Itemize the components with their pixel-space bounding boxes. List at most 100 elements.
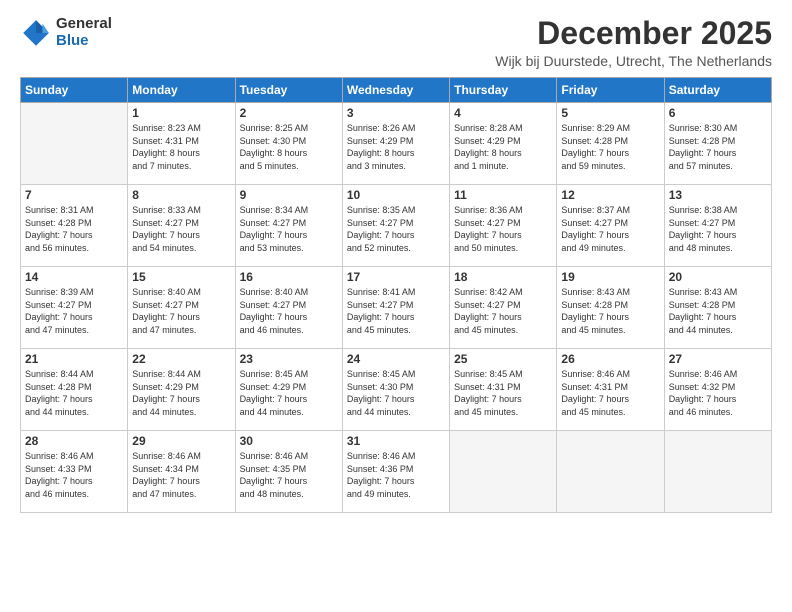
- day-info: Sunrise: 8:40 AMSunset: 4:27 PMDaylight:…: [240, 286, 338, 336]
- calendar-cell: 25 Sunrise: 8:45 AMSunset: 4:31 PMDayligh…: [450, 349, 557, 431]
- day-number: 22: [132, 352, 230, 366]
- day-info: Sunrise: 8:43 AMSunset: 4:28 PMDaylight:…: [561, 286, 659, 336]
- day-info: Sunrise: 8:41 AMSunset: 4:27 PMDaylight:…: [347, 286, 445, 336]
- day-info: Sunrise: 8:45 AMSunset: 4:31 PMDaylight:…: [454, 368, 552, 418]
- calendar-week-2: 7Sunrise: 8:31 AMSunset: 4:28 PMDaylight…: [21, 185, 772, 267]
- calendar-cell: 13 Sunrise: 8:38 AMSunset: 4:27 PMDayligh…: [664, 185, 771, 267]
- day-number: 9: [240, 188, 338, 202]
- calendar-header-friday: Friday: [557, 78, 664, 103]
- calendar-cell: 5Sunrise: 8:29 AMSunset: 4:28 PMDaylight…: [557, 103, 664, 185]
- calendar-cell: 19 Sunrise: 8:43 AMSunset: 4:28 PMDayligh…: [557, 267, 664, 349]
- calendar-cell: [664, 431, 771, 513]
- day-info: Sunrise: 8:46 AMSunset: 4:34 PMDaylight:…: [132, 450, 230, 500]
- day-info: Sunrise: 8:46 AMSunset: 4:35 PMDaylight:…: [240, 450, 338, 500]
- calendar-week-3: 14Sunrise: 8:39 AMSunset: 4:27 PMDayligh…: [21, 267, 772, 349]
- day-info: Sunrise: 8:38 AMSunset: 4:27 PMDaylight:…: [669, 204, 767, 254]
- day-number: 15: [132, 270, 230, 284]
- day-info: Sunrise: 8:28 AMSunset: 4:29 PMDaylight:…: [454, 122, 552, 172]
- calendar-header-saturday: Saturday: [664, 78, 771, 103]
- calendar-cell: 14Sunrise: 8:39 AMSunset: 4:27 PMDayligh…: [21, 267, 128, 349]
- calendar-cell: [557, 431, 664, 513]
- day-info: Sunrise: 8:36 AMSunset: 4:27 PMDaylight:…: [454, 204, 552, 254]
- logo-general: General: [56, 16, 112, 33]
- logo-text: General Blue: [56, 16, 112, 49]
- calendar-cell: 7Sunrise: 8:31 AMSunset: 4:28 PMDaylight…: [21, 185, 128, 267]
- calendar-cell: 27 Sunrise: 8:46 AMSunset: 4:32 PMDayligh…: [664, 349, 771, 431]
- day-number: 25: [454, 352, 552, 366]
- day-number: 26: [561, 352, 659, 366]
- calendar-cell: 18Sunrise: 8:42 AMSunset: 4:27 PMDayligh…: [450, 267, 557, 349]
- day-number: 14: [25, 270, 123, 284]
- day-number: 5: [561, 106, 659, 120]
- day-number: 21: [25, 352, 123, 366]
- day-number: 12: [561, 188, 659, 202]
- day-info: Sunrise: 8:37 AMSunset: 4:27 PMDaylight:…: [561, 204, 659, 254]
- logo: General Blue: [20, 16, 112, 49]
- calendar-cell: 1 Sunrise: 8:23 AMSunset: 4:31 PMDaylight…: [128, 103, 235, 185]
- calendar-cell: [450, 431, 557, 513]
- calendar-cell: 22 Sunrise: 8:44 AMSunset: 4:29 PMDayligh…: [128, 349, 235, 431]
- calendar-cell: 31 Sunrise: 8:46 AMSunset: 4:36 PMDayligh…: [342, 431, 449, 513]
- day-number: 3: [347, 106, 445, 120]
- day-number: 8: [132, 188, 230, 202]
- day-info: Sunrise: 8:23 AMSunset: 4:31 PMDaylight:…: [132, 122, 230, 172]
- day-info: Sunrise: 8:25 AMSunset: 4:30 PMDaylight:…: [240, 122, 338, 172]
- day-info: Sunrise: 8:40 AMSunset: 4:27 PMDaylight:…: [132, 286, 230, 336]
- calendar-cell: 23 Sunrise: 8:45 AMSunset: 4:29 PMDayligh…: [235, 349, 342, 431]
- title-block: December 2025 Wijk bij Duurstede, Utrech…: [495, 16, 772, 69]
- calendar-cell: 16 Sunrise: 8:40 AMSunset: 4:27 PMDayligh…: [235, 267, 342, 349]
- day-number: 11: [454, 188, 552, 202]
- calendar-header-tuesday: Tuesday: [235, 78, 342, 103]
- day-info: Sunrise: 8:44 AMSunset: 4:29 PMDaylight:…: [132, 368, 230, 418]
- calendar: SundayMondayTuesdayWednesdayThursdayFrid…: [20, 77, 772, 513]
- day-info: Sunrise: 8:46 AMSunset: 4:32 PMDaylight:…: [669, 368, 767, 418]
- logo-icon: [20, 17, 52, 49]
- day-info: Sunrise: 8:46 AMSunset: 4:36 PMDaylight:…: [347, 450, 445, 500]
- day-number: 30: [240, 434, 338, 448]
- calendar-cell: 15 Sunrise: 8:40 AMSunset: 4:27 PMDayligh…: [128, 267, 235, 349]
- calendar-cell: 2 Sunrise: 8:25 AMSunset: 4:30 PMDaylight…: [235, 103, 342, 185]
- calendar-cell: [21, 103, 128, 185]
- day-number: 27: [669, 352, 767, 366]
- day-number: 1: [132, 106, 230, 120]
- location-title: Wijk bij Duurstede, Utrecht, The Netherl…: [495, 53, 772, 69]
- day-number: 31: [347, 434, 445, 448]
- calendar-cell: 26 Sunrise: 8:46 AMSunset: 4:31 PMDayligh…: [557, 349, 664, 431]
- calendar-cell: 8 Sunrise: 8:33 AMSunset: 4:27 PMDaylight…: [128, 185, 235, 267]
- day-info: Sunrise: 8:45 AMSunset: 4:30 PMDaylight:…: [347, 368, 445, 418]
- day-number: 2: [240, 106, 338, 120]
- header: General Blue December 2025 Wijk bij Duur…: [20, 16, 772, 69]
- day-number: 23: [240, 352, 338, 366]
- calendar-cell: 12 Sunrise: 8:37 AMSunset: 4:27 PMDayligh…: [557, 185, 664, 267]
- calendar-week-4: 21 Sunrise: 8:44 AMSunset: 4:28 PMDayligh…: [21, 349, 772, 431]
- day-info: Sunrise: 8:26 AMSunset: 4:29 PMDaylight:…: [347, 122, 445, 172]
- day-info: Sunrise: 8:43 AMSunset: 4:28 PMDaylight:…: [669, 286, 767, 336]
- calendar-cell: 6Sunrise: 8:30 AMSunset: 4:28 PMDaylight…: [664, 103, 771, 185]
- calendar-cell: 10Sunrise: 8:35 AMSunset: 4:27 PMDayligh…: [342, 185, 449, 267]
- day-info: Sunrise: 8:46 AMSunset: 4:33 PMDaylight:…: [25, 450, 123, 500]
- day-number: 16: [240, 270, 338, 284]
- calendar-week-5: 28 Sunrise: 8:46 AMSunset: 4:33 PMDayligh…: [21, 431, 772, 513]
- day-info: Sunrise: 8:44 AMSunset: 4:28 PMDaylight:…: [25, 368, 123, 418]
- month-title: December 2025: [495, 16, 772, 51]
- day-info: Sunrise: 8:33 AMSunset: 4:27 PMDaylight:…: [132, 204, 230, 254]
- day-number: 13: [669, 188, 767, 202]
- day-info: Sunrise: 8:31 AMSunset: 4:28 PMDaylight:…: [25, 204, 123, 254]
- calendar-header-thursday: Thursday: [450, 78, 557, 103]
- day-number: 20: [669, 270, 767, 284]
- logo-blue: Blue: [56, 33, 112, 50]
- day-number: 28: [25, 434, 123, 448]
- calendar-cell: 29 Sunrise: 8:46 AMSunset: 4:34 PMDayligh…: [128, 431, 235, 513]
- day-number: 29: [132, 434, 230, 448]
- day-number: 19: [561, 270, 659, 284]
- calendar-cell: 24 Sunrise: 8:45 AMSunset: 4:30 PMDayligh…: [342, 349, 449, 431]
- day-info: Sunrise: 8:45 AMSunset: 4:29 PMDaylight:…: [240, 368, 338, 418]
- calendar-cell: 11 Sunrise: 8:36 AMSunset: 4:27 PMDayligh…: [450, 185, 557, 267]
- calendar-cell: 20 Sunrise: 8:43 AMSunset: 4:28 PMDayligh…: [664, 267, 771, 349]
- day-number: 18: [454, 270, 552, 284]
- page: General Blue December 2025 Wijk bij Duur…: [0, 0, 792, 612]
- day-number: 24: [347, 352, 445, 366]
- calendar-cell: 9Sunrise: 8:34 AMSunset: 4:27 PMDaylight…: [235, 185, 342, 267]
- calendar-cell: 28 Sunrise: 8:46 AMSunset: 4:33 PMDayligh…: [21, 431, 128, 513]
- day-info: Sunrise: 8:46 AMSunset: 4:31 PMDaylight:…: [561, 368, 659, 418]
